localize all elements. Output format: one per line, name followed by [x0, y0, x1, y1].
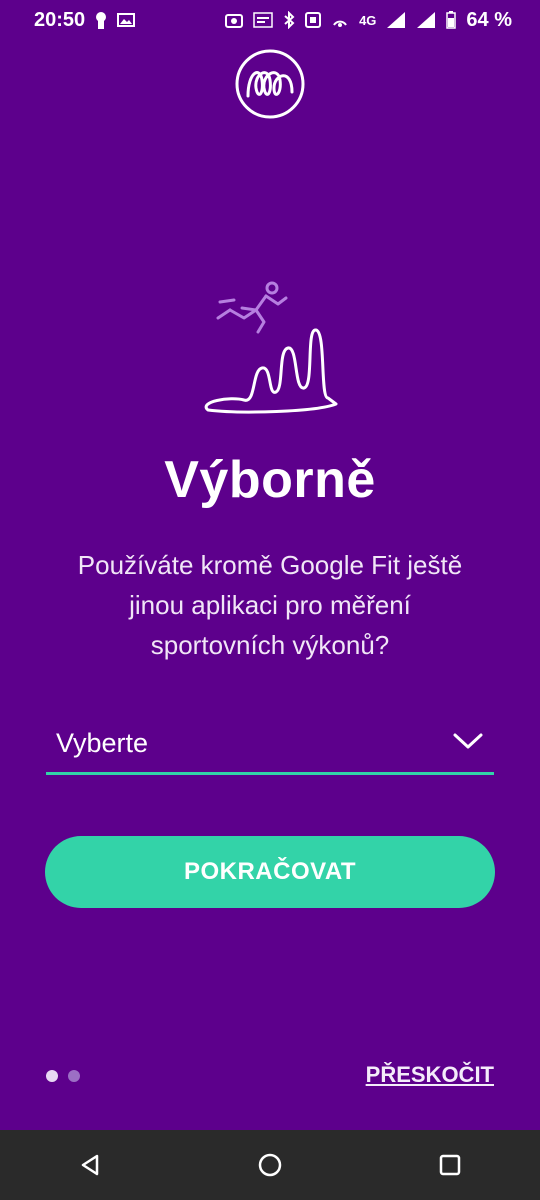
back-icon[interactable]: [60, 1135, 120, 1195]
battery-icon: [446, 11, 457, 29]
hotspot-icon: [331, 12, 349, 28]
pager-dot-1: [46, 1070, 58, 1082]
home-icon[interactable]: [240, 1135, 300, 1195]
battery-percent: 64 %: [466, 8, 512, 31]
continue-button[interactable]: POKRAČOVAT: [45, 836, 495, 908]
status-bar-left: 20:50: [34, 8, 136, 32]
nfc-icon: [305, 12, 322, 28]
chevron-down-icon[interactable]: [452, 731, 484, 756]
image-icon: [117, 13, 136, 27]
brand-logo-icon: [234, 48, 306, 120]
question-text: Používáte kromě Google Fit ještě jinou a…: [77, 550, 463, 660]
signal-sim2-icon: [416, 11, 436, 29]
app-select-dropdown[interactable]: Vyberte: [46, 715, 494, 775]
status-bar-right: 4G 64 %: [225, 9, 512, 32]
keyhole-icon: [95, 11, 107, 29]
auto-hdr-icon: [253, 12, 273, 28]
signal-sim1-icon: [386, 11, 406, 29]
recents-icon[interactable]: [420, 1135, 480, 1195]
page-title: Výborně: [164, 451, 376, 509]
screenshot-icon: [225, 12, 244, 28]
system-navbar: [0, 1130, 540, 1200]
select-value: Vyberte: [56, 728, 149, 758]
runner-chart-illustration: [200, 280, 340, 420]
status-bar: 20:50 4G 64 %: [0, 0, 540, 40]
network-4g-icon: 4G: [359, 12, 377, 28]
pager-dot-2: [68, 1070, 80, 1082]
status-time: 20:50: [34, 8, 86, 31]
pager-dots: [46, 1070, 80, 1082]
bluetooth-icon: [283, 11, 295, 29]
skip-link[interactable]: PŘESKOČIT: [366, 1062, 494, 1088]
